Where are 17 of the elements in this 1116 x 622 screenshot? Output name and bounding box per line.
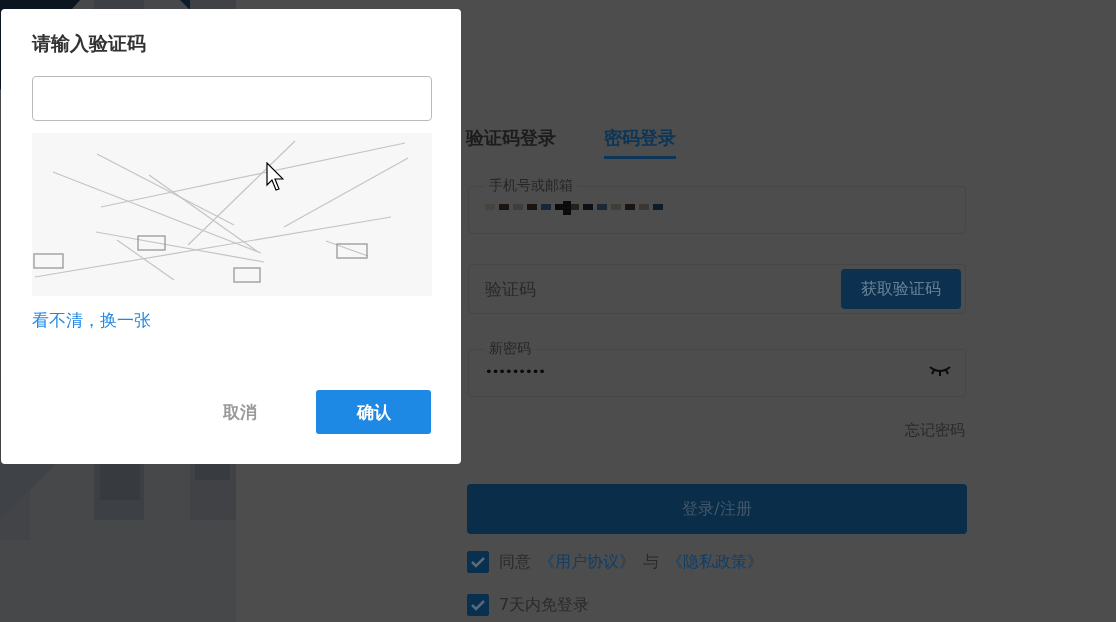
checkbox[interactable] [467,551,489,573]
get-code-button[interactable]: 获取验证码 [841,269,961,309]
password-value: ••••••••• [485,363,545,379]
login-tab[interactable]: 密码登录 [604,126,676,159]
refresh-captcha-link[interactable]: 看不清，换一张 [32,309,151,332]
check-icon [471,599,485,611]
dialog-title: 请输入验证码 [32,31,147,56]
cancel-button[interactable]: 取消 [200,390,280,434]
check-icon [471,556,485,568]
login-register-button[interactable]: 登录/注册 [467,484,967,534]
closed-eye-icon[interactable] [929,365,951,377]
policy-link[interactable]: 《隐私政策》 [667,551,763,573]
checkbox[interactable] [467,594,489,616]
captcha-input[interactable] [32,76,432,121]
cursor-icon [266,162,284,192]
confirm-button[interactable]: 确认 [316,390,431,434]
policy-link[interactable]: 《用户协议》 [539,551,635,573]
